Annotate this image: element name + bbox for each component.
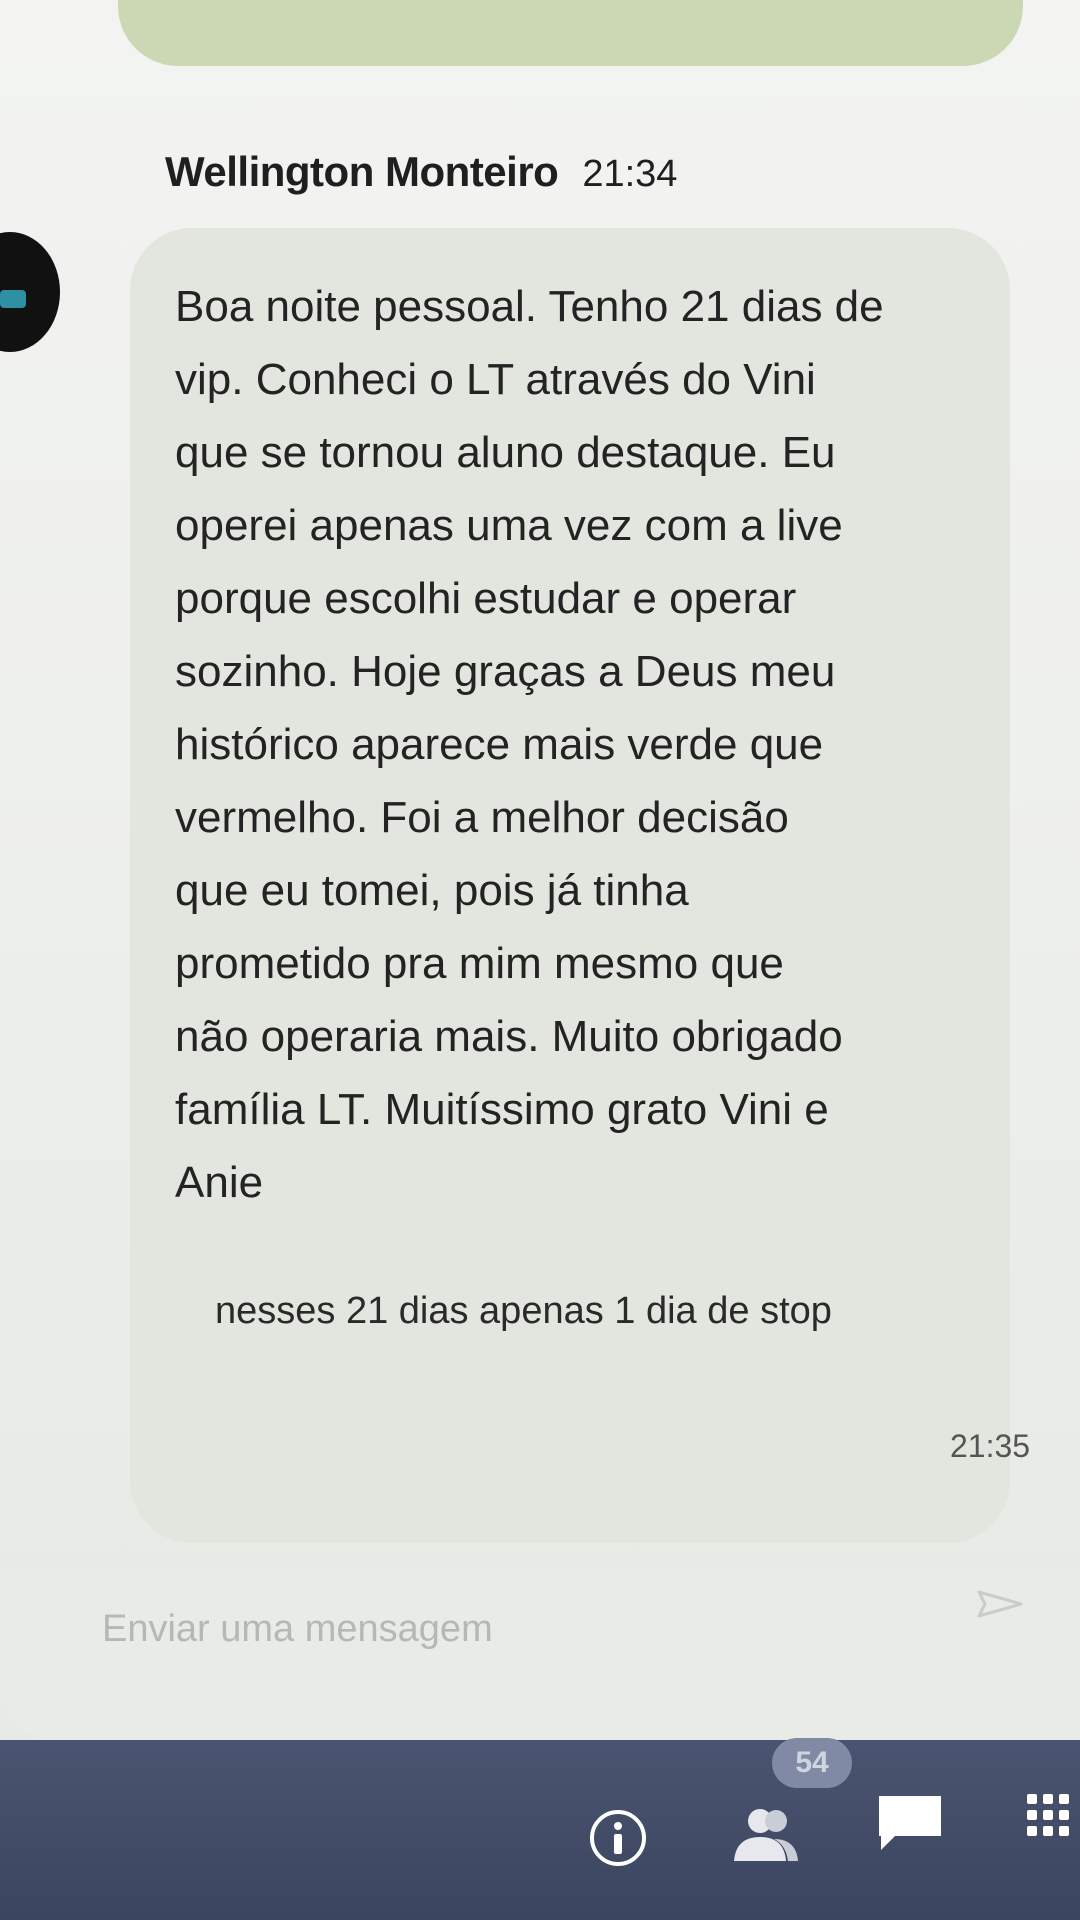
message-text: Boa noite pessoal. Tenho 21 dias de vip.… xyxy=(175,282,884,1207)
followup-message-time: 21:35 xyxy=(950,1428,1031,1464)
followup-message-text: nesses 21 dias apenas 1 dia de stop xyxy=(215,1290,832,1332)
message-input[interactable] xyxy=(100,1598,964,1660)
sender-name: Wellington Monteiro xyxy=(165,148,559,195)
avatar[interactable] xyxy=(0,232,60,352)
previous-message-bubble xyxy=(118,0,1023,66)
message-header: Wellington Monteiro 21:34 xyxy=(165,148,677,198)
chat-icon[interactable] xyxy=(875,1792,945,1854)
apps-grid-icon[interactable] xyxy=(1025,1788,1080,1848)
info-icon[interactable] xyxy=(588,1808,648,1868)
message-time: 21:34 xyxy=(582,153,678,195)
people-icon[interactable] xyxy=(730,1805,802,1867)
chat-screen: Wellington Monteiro 21:34 Boa noite pess… xyxy=(0,0,1080,1920)
unread-count-badge: 54 xyxy=(772,1738,852,1788)
send-icon[interactable] xyxy=(975,1580,1025,1630)
